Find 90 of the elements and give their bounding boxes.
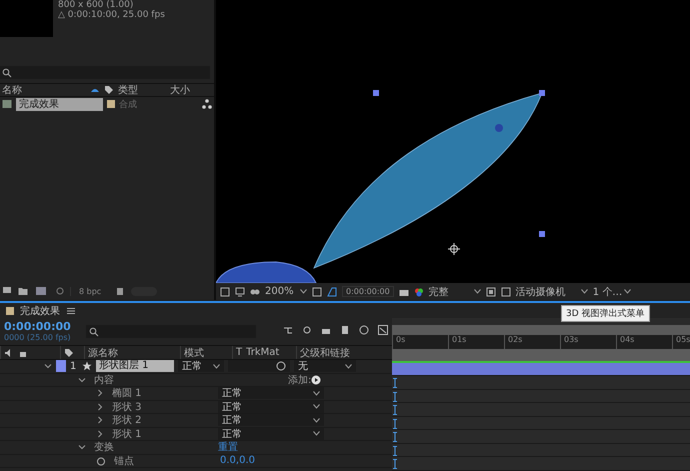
caret-icon <box>313 390 320 396</box>
property-name: 变换 <box>93 440 115 454</box>
tag-icon[interactable] <box>104 85 114 95</box>
current-time[interactable]: 0:00:00:00 <box>4 320 74 333</box>
column-header[interactable]: 源名称 <box>88 346 118 360</box>
caret-icon <box>345 364 352 369</box>
stopwatch-icon[interactable] <box>96 456 106 466</box>
parent-dropdown[interactable]: 无 <box>294 360 356 372</box>
search-field[interactable] <box>86 325 256 338</box>
transparency-icon[interactable] <box>327 286 337 296</box>
label-swatch <box>6 306 14 314</box>
track-matte-dropdown[interactable] <box>228 360 290 372</box>
composition-icon[interactable] <box>2 99 12 109</box>
graph-icon[interactable] <box>378 325 388 335</box>
folder-icon[interactable] <box>18 286 28 296</box>
composition-icon[interactable] <box>34 286 48 296</box>
composition-tab[interactable]: 完成效果 <box>20 304 60 318</box>
property-name: 内容 <box>93 374 115 387</box>
caret-icon <box>313 418 320 423</box>
view-layout-dropdown[interactable]: 1 个… <box>592 284 631 298</box>
keyframe-marker-icon <box>393 392 397 402</box>
zoom-dropdown[interactable]: 200% <box>265 286 307 297</box>
color-wheel-icon[interactable] <box>414 286 424 296</box>
keyframe-marker-icon <box>393 432 397 442</box>
play-icon[interactable] <box>311 374 322 385</box>
chevron-down-icon[interactable] <box>78 443 86 452</box>
caret-icon <box>313 404 320 410</box>
label-swatch <box>56 360 66 372</box>
crosshair-icon[interactable] <box>448 242 460 256</box>
column-header[interactable]: T <box>236 347 242 358</box>
property-name: 形状 3 <box>111 400 143 414</box>
comp-info-text: 800 x 600 (1.00) <box>58 0 134 10</box>
keyframe-marker-icon <box>393 459 397 469</box>
label-swatch <box>107 100 115 108</box>
blend-mode-dropdown[interactable]: 正常 <box>218 387 324 400</box>
item-type: 合成 <box>118 98 138 110</box>
keyframe-marker-icon <box>393 418 397 428</box>
column-header[interactable]: 模式 <box>184 346 204 360</box>
menu-icon[interactable] <box>66 306 76 316</box>
mask-icon[interactable] <box>250 286 260 296</box>
caret-icon <box>474 289 481 294</box>
search-field[interactable] <box>0 66 210 79</box>
handle-icon[interactable] <box>373 90 379 96</box>
column-header[interactable]: 类型 <box>118 83 166 97</box>
camera-dropdown[interactable]: 活动摄像机 <box>516 284 588 298</box>
layer-duration-bar[interactable] <box>392 362 690 376</box>
star-icon[interactable] <box>82 361 92 372</box>
layer-index: 1 <box>69 360 78 372</box>
blend-mode-dropdown[interactable]: 正常 <box>218 400 324 413</box>
blend-mode-dropdown[interactable]: 正常 <box>218 414 324 426</box>
caret-icon <box>624 289 631 294</box>
add-label: 添加: <box>288 374 312 387</box>
grid-icon[interactable] <box>220 286 230 296</box>
handle-icon[interactable] <box>539 90 545 96</box>
column-header[interactable]: 大小 <box>170 83 200 97</box>
reset-link[interactable]: 重置 <box>218 440 238 454</box>
project-item-name[interactable]: 完成效果 <box>16 98 104 110</box>
comp-info-text: △ 0:00:10:00, 25.00 fps <box>58 10 165 20</box>
keyframe-marker-icon <box>393 378 397 388</box>
blend-mode-dropdown[interactable]: 正常 <box>218 428 324 440</box>
chevron-down-icon[interactable] <box>78 376 86 384</box>
region-icon[interactable] <box>486 286 496 296</box>
blend-mode-dropdown[interactable]: 正常 <box>178 360 224 372</box>
column-header[interactable]: 父级和链接 <box>300 346 350 360</box>
keyframe-marker-icon <box>393 446 397 456</box>
caret-icon <box>300 289 307 294</box>
caret-icon <box>213 364 220 369</box>
chevron-down-icon[interactable] <box>44 362 52 370</box>
caret-icon <box>313 431 320 436</box>
layer-name[interactable]: 形状图层 1 <box>96 360 174 372</box>
property-value[interactable]: 0.0,0.0 <box>220 455 255 466</box>
tag-icon[interactable] <box>64 348 74 358</box>
region-icon[interactable] <box>312 286 322 296</box>
column-header[interactable]: TrkMat <box>246 347 280 358</box>
bit-depth-label[interactable]: 8 bpc <box>70 286 110 296</box>
frame-info: 0000 (25.00 fps) <box>4 333 72 342</box>
search-icon[interactable] <box>2 68 12 78</box>
search-icon[interactable] <box>89 326 99 336</box>
column-header[interactable]: 名称 <box>2 83 86 97</box>
property-name: 形状 2 <box>111 414 143 428</box>
property-name: 椭圆 1 <box>111 386 143 400</box>
timecode-field[interactable]: 0:00:00:00 <box>342 286 394 297</box>
handle-icon[interactable] <box>539 231 545 237</box>
tooltip: 3D 视图弹出式菜单 <box>561 305 650 322</box>
property-name: 形状 1 <box>111 428 143 441</box>
thumbnail-preview <box>0 0 53 37</box>
caret-icon <box>580 289 588 294</box>
resolution-dropdown[interactable]: 完整 <box>428 284 481 298</box>
property-name: 锚点 <box>113 454 135 468</box>
keyframe-marker-icon <box>393 405 397 415</box>
